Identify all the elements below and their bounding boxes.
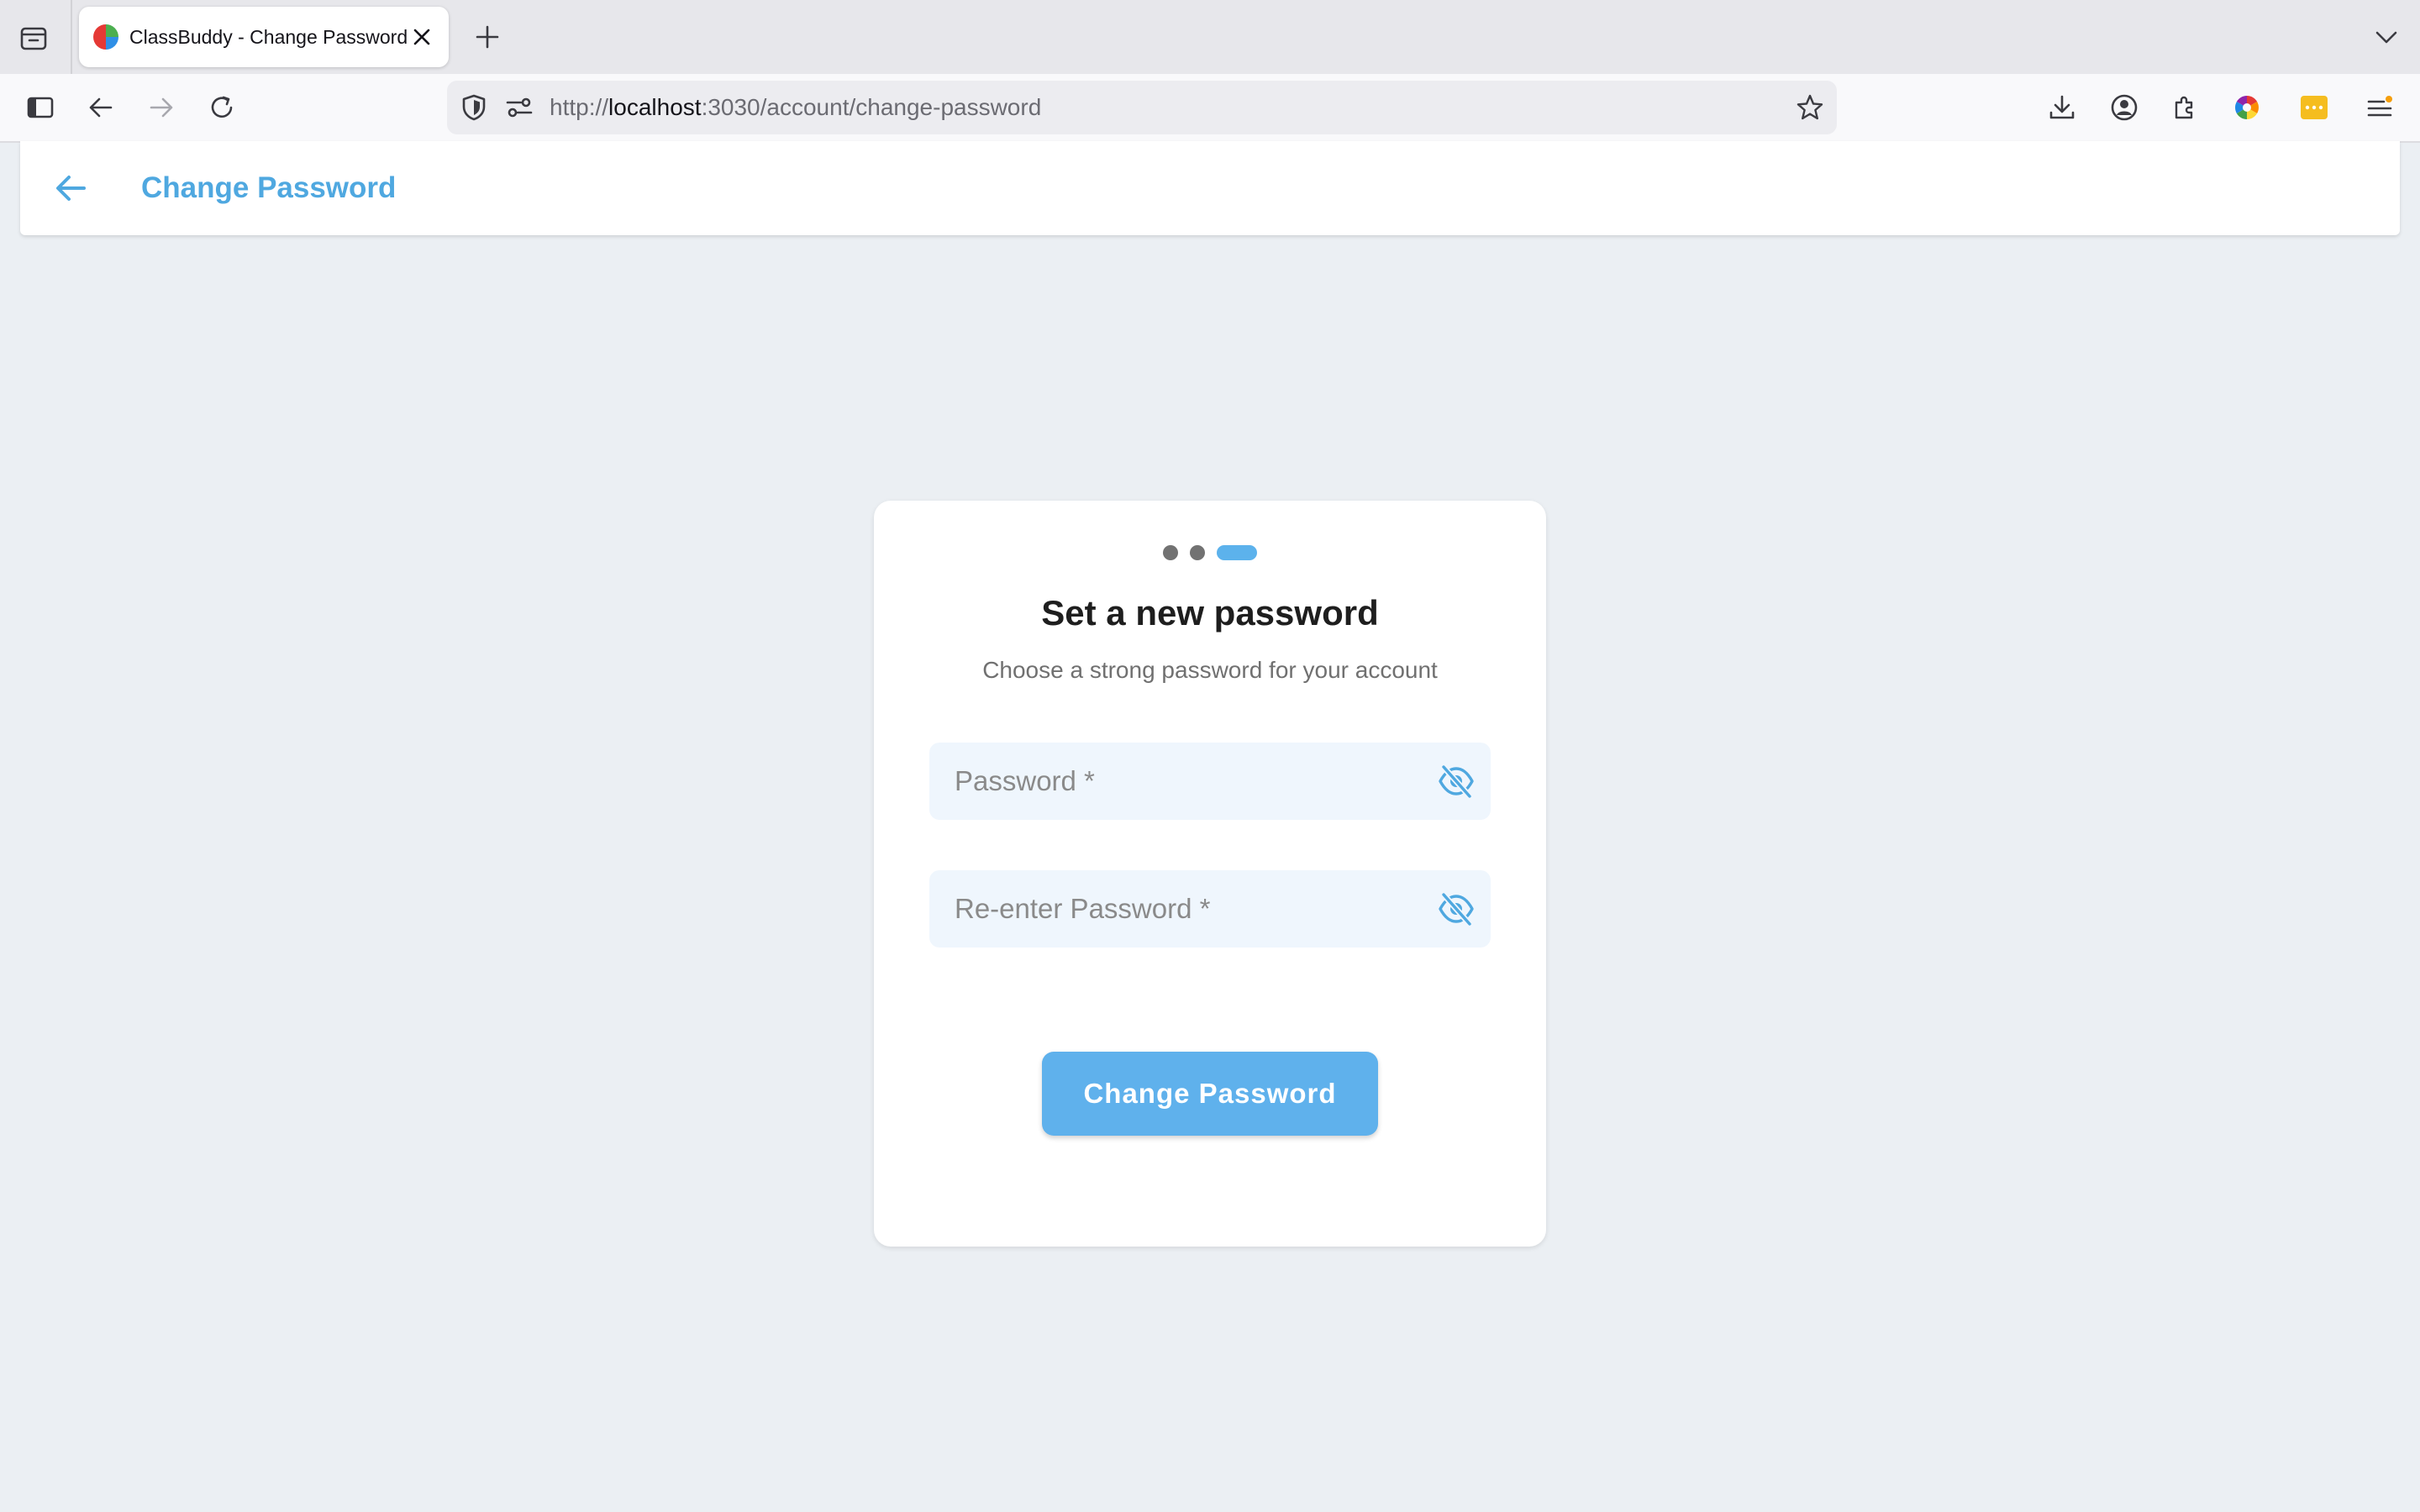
step-indicator-2 [1190,545,1205,560]
menu-icon[interactable] [2365,92,2395,123]
password-field [929,743,1491,820]
browser-tab-bar: ClassBuddy - Change Password [0,0,2420,74]
permissions-icon[interactable] [504,92,534,123]
tab-separator [71,0,72,74]
password-manager-icon[interactable] [2299,92,2329,123]
form-subtitle: Choose a strong password for your accoun… [982,657,1438,683]
eye-off-icon[interactable] [1437,890,1476,927]
password-input[interactable] [929,743,1425,820]
close-icon[interactable] [410,25,434,49]
change-password-button[interactable]: Change Password [1042,1052,1378,1136]
url-text[interactable]: http://localhost:3030/account/change-pas… [550,81,1041,134]
tab-title: ClassBuddy - Change Password [129,26,408,48]
back-arrow-icon[interactable] [49,166,92,210]
eye-off-icon[interactable] [1437,763,1476,800]
change-password-card: Set a new password Choose a strong passw… [874,501,1546,1247]
page-title: Change Password [141,171,397,204]
url-bar[interactable]: http://localhost:3030/account/change-pas… [447,81,1837,134]
browser-nav-bar: http://localhost:3030/account/change-pas… [0,74,2420,143]
account-icon[interactable] [2109,92,2139,123]
tab-tray-icon[interactable] [17,20,50,54]
shield-icon[interactable] [459,92,489,123]
step-indicator-3-active [1217,545,1257,560]
url-host: localhost [608,94,702,120]
form-title: Set a new password [1041,593,1379,633]
app-bar: Change Password [20,141,2400,235]
extensions-icon[interactable] [2170,92,2200,123]
url-path: :3030/account/change-password [701,94,1042,120]
reload-icon[interactable] [207,92,237,123]
forward-arrow-icon[interactable] [146,92,176,123]
plus-icon[interactable] [472,22,502,52]
browser-tab-active[interactable]: ClassBuddy - Change Password [79,7,449,67]
classbuddy-logo-icon [93,24,118,50]
sidebar-icon[interactable] [25,92,55,123]
confirm-password-field [929,870,1491,948]
download-icon[interactable] [2047,92,2077,123]
color-wheel-icon[interactable] [2232,92,2262,123]
url-scheme: http:// [550,94,609,120]
back-arrow-icon[interactable] [86,92,116,123]
confirm-password-input[interactable] [929,870,1425,948]
step-indicator-1 [1163,545,1178,560]
star-icon[interactable] [1795,92,1825,123]
chevron-down-icon[interactable] [2371,22,2402,52]
